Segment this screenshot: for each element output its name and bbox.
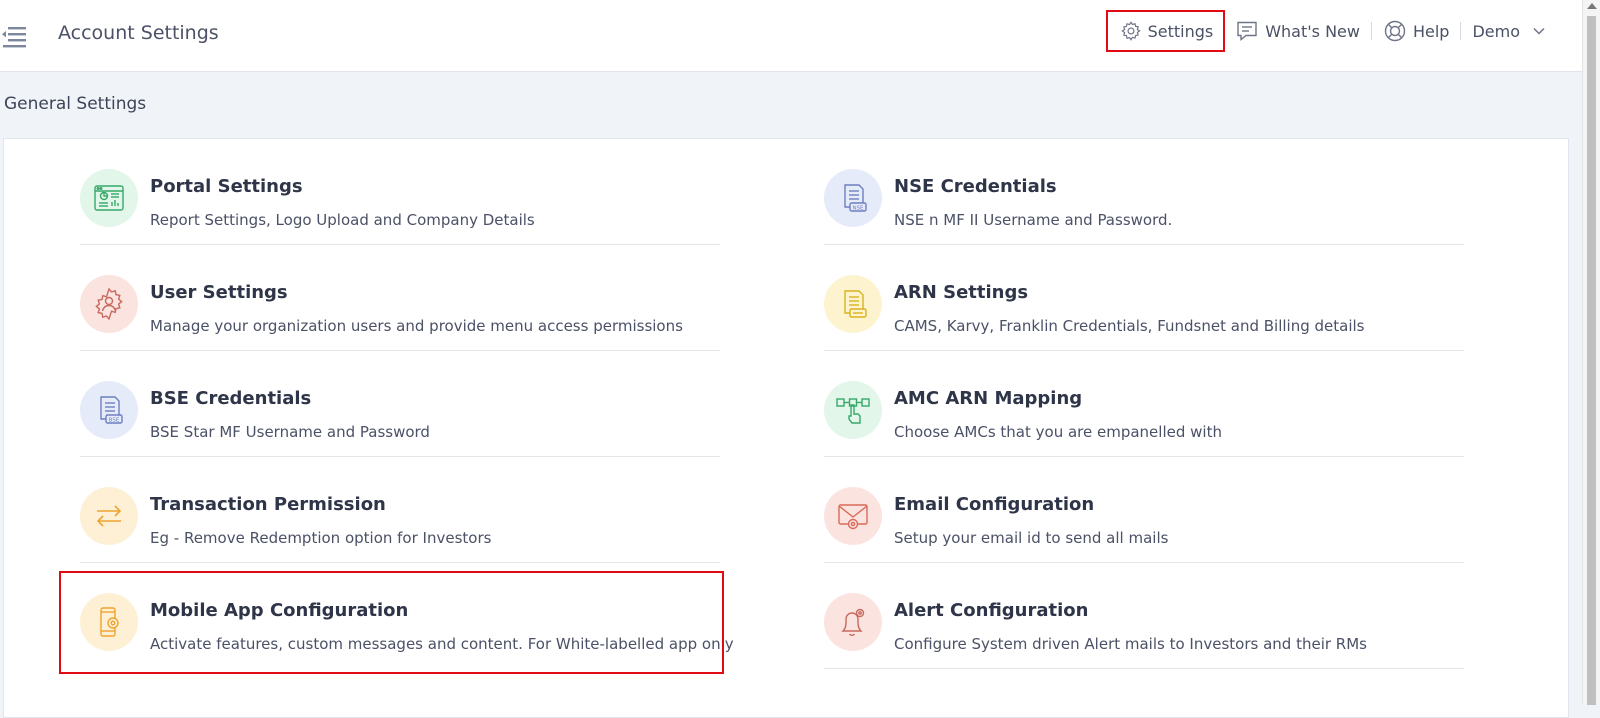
top-bar: Account Settings Settings What's New Hel… [0, 0, 1582, 72]
whats-new-label: What's New [1265, 21, 1360, 41]
user-settings-item[interactable]: User Settings Manage your organization u… [80, 245, 720, 351]
alert-configuration-item[interactable]: Alert Configuration Configure System dri… [824, 563, 1464, 669]
item-description: Configure System driven Alert mails to I… [894, 635, 1367, 653]
mobile-gear-icon [80, 593, 138, 651]
item-description: Eg - Remove Redemption option for Invest… [150, 529, 492, 547]
item-description: CAMS, Karvy, Franklin Credentials, Funds… [894, 317, 1365, 335]
help-button[interactable]: Help [1383, 19, 1449, 43]
user-name: Demo [1472, 21, 1520, 41]
item-title: User Settings [150, 282, 288, 303]
nse-document-icon: NSE [824, 169, 882, 227]
section-title: General Settings [4, 94, 147, 114]
item-title: AMC ARN Mapping [894, 388, 1083, 409]
transaction-permission-item[interactable]: Transaction Permission Eg - Remove Redem… [80, 457, 720, 563]
portal-settings-item[interactable]: Portal Settings Report Settings, Logo Up… [80, 139, 720, 245]
whats-new-button[interactable]: What's New [1235, 20, 1360, 42]
top-navigation: Settings What's New Help Demo [1105, 0, 1546, 62]
item-title: BSE Credentials [150, 388, 312, 409]
page-title: Account Settings [58, 22, 219, 44]
browser-dashboard-icon [80, 169, 138, 227]
item-title: NSE Credentials [894, 176, 1057, 197]
item-description: Choose AMCs that you are empanelled with [894, 423, 1222, 441]
email-configuration-item[interactable]: Email Configuration Setup your email id … [824, 457, 1464, 563]
settings-button[interactable]: Settings [1105, 10, 1226, 52]
svg-text:BSE: BSE [109, 418, 120, 424]
vertical-scrollbar[interactable] [1582, 0, 1600, 705]
scroll-up-icon[interactable] [1587, 3, 1597, 9]
user-gear-icon [80, 275, 138, 333]
chevron-down-icon [1532, 26, 1546, 36]
user-menu[interactable]: Demo [1472, 22, 1546, 41]
settings-card: Portal Settings Report Settings, Logo Up… [3, 138, 1569, 718]
nav-divider [1370, 22, 1372, 40]
bse-document-icon: BSE [80, 381, 138, 439]
bell-gear-icon [824, 593, 882, 651]
item-description: NSE n MF II Username and Password. [894, 211, 1173, 229]
gear-icon [1120, 20, 1142, 42]
svg-text:NSE: NSE [852, 206, 864, 212]
item-description: Manage your organization users and provi… [150, 317, 683, 335]
mobile-app-configuration-item[interactable]: Mobile App Configuration Activate featur… [80, 563, 734, 669]
amc-arn-mapping-item[interactable]: AMC ARN Mapping Choose AMCs that you are… [824, 351, 1464, 457]
item-description: Setup your email id to send all mails [894, 529, 1169, 547]
chat-message-icon [1235, 20, 1259, 42]
mapping-hand-icon [824, 381, 882, 439]
lifebuoy-icon [1383, 19, 1407, 43]
item-title: ARN Settings [894, 282, 1029, 303]
email-gear-icon [824, 487, 882, 545]
item-divider [824, 668, 1464, 669]
help-label: Help [1412, 21, 1450, 41]
bse-credentials-item[interactable]: BSE BSE Credentials BSE Star MF Username… [80, 351, 720, 457]
arn-document-icon [824, 275, 882, 333]
scroll-thumb[interactable] [1587, 16, 1596, 705]
item-title: Email Configuration [894, 494, 1095, 515]
nav-divider [1460, 22, 1462, 40]
item-title: Portal Settings [150, 176, 303, 197]
item-description: BSE Star MF Username and Password [150, 423, 430, 441]
swap-arrows-icon [80, 487, 138, 545]
item-description: Activate features, custom messages and c… [150, 635, 734, 653]
item-title: Mobile App Configuration [150, 600, 409, 621]
arn-settings-item[interactable]: ARN Settings CAMS, Karvy, Franklin Crede… [824, 245, 1464, 351]
item-description: Report Settings, Logo Upload and Company… [150, 211, 535, 229]
item-title: Alert Configuration [894, 600, 1089, 621]
item-title: Transaction Permission [150, 494, 386, 515]
settings-label: Settings [1147, 21, 1214, 41]
nse-credentials-item[interactable]: NSE NSE Credentials NSE n MF II Username… [824, 139, 1464, 245]
menu-collapse-icon[interactable] [0, 22, 28, 50]
